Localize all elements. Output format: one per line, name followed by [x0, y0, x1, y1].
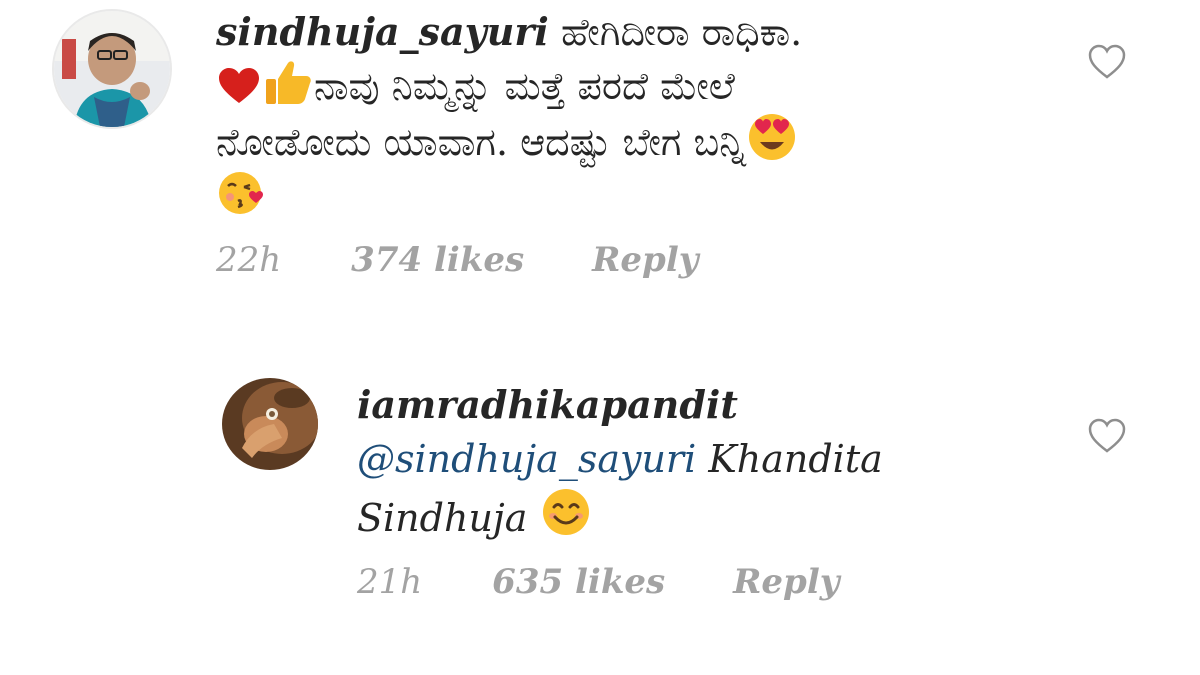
- red-heart-icon: [218, 67, 260, 105]
- heart-outline-icon: [1088, 44, 1126, 79]
- comment-likes-count[interactable]: 374 likes: [351, 240, 524, 280]
- mention-link[interactable]: @sindhuja_sayuri: [357, 437, 696, 481]
- smiling-face-icon: [541, 487, 591, 537]
- reply-button[interactable]: Reply: [733, 562, 839, 602]
- reply-button[interactable]: Reply: [592, 240, 698, 280]
- comment-meta: 22h 374 likes Reply: [216, 240, 699, 280]
- comment-meta: 21h 635 likes Reply: [357, 562, 840, 602]
- comment-body-part1: Khandita: [708, 437, 883, 481]
- comment-timestamp: 21h: [357, 562, 423, 602]
- heart-eyes-icon: [748, 113, 796, 161]
- like-button[interactable]: [1087, 42, 1127, 82]
- comment-body-line1: ಹೇಗಿದೀರಾ ರಾಧಿಕಾ.: [560, 10, 803, 54]
- comment-body-line2: ನಾವು ನಿಮ್ಮನ್ನು ಮತ್ತೆ ಪರದೆ ಮೇಲೆ: [314, 64, 735, 108]
- comment-username[interactable]: sindhuja_sayuri: [216, 9, 549, 54]
- thumbs-up-icon: [264, 59, 312, 105]
- comment-timestamp: 22h: [216, 240, 282, 280]
- comment-body-part2: Sindhuja: [357, 496, 528, 540]
- comment-text: sindhuja_sayuri ಹೇಗಿದೀರಾ ರಾಧಿಕಾ. ನಾವು ನಿ…: [216, 5, 1066, 225]
- avatar[interactable]: [52, 9, 172, 129]
- avatar[interactable]: [222, 378, 318, 470]
- comment-text: iamradhikapandit @sindhuja_sayuri Khandi…: [357, 377, 1057, 546]
- kissing-face-icon: [218, 169, 268, 217]
- comment-likes-count[interactable]: 635 likes: [492, 562, 665, 602]
- heart-outline-icon: [1088, 418, 1126, 453]
- comment-username[interactable]: iamradhikapandit: [357, 377, 1057, 432]
- like-button[interactable]: [1087, 416, 1127, 456]
- comment-body-line3: ನೋಡೋದು ಯಾವಾಗ. ಆದಷ್ಟು ಬೇಗ ಬನ್ನಿ: [216, 120, 746, 164]
